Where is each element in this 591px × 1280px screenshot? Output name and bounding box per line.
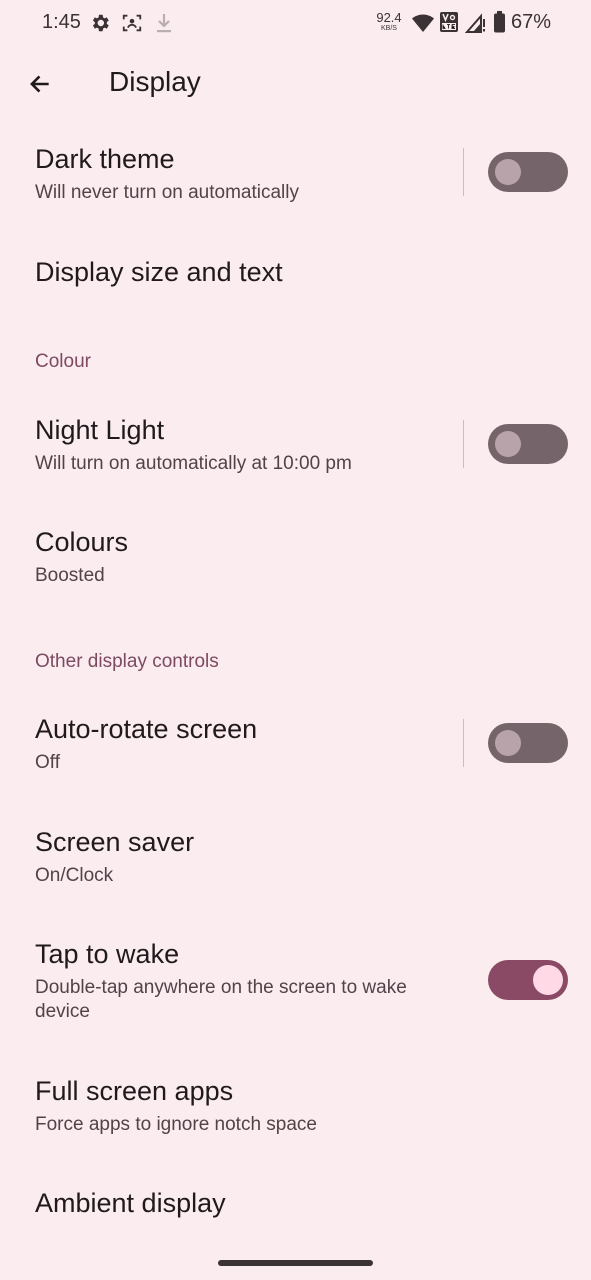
pref-title: Tap to wake <box>35 939 180 969</box>
network-speed-unit: KB/S <box>381 25 397 32</box>
divider <box>463 148 464 196</box>
dark-theme-switch[interactable] <box>488 152 568 192</box>
pref-title: Auto-rotate screen <box>35 714 258 744</box>
pref-tap-to-wake[interactable]: Tap to wake Double-tap anywhere on the s… <box>0 914 591 1050</box>
pref-colours[interactable]: Colours Boosted <box>0 502 591 614</box>
battery-icon <box>493 11 506 38</box>
download-icon <box>154 12 174 39</box>
face-scan-icon <box>121 12 143 39</box>
pref-title: Colours <box>35 527 129 557</box>
pref-summary: Boosted <box>35 565 105 586</box>
network-speed: 92.4 KB/S <box>372 11 406 32</box>
switch-thumb <box>495 431 521 457</box>
gesture-nav-handle[interactable] <box>218 1260 373 1266</box>
pref-auto-rotate[interactable]: Auto-rotate screen Off <box>0 690 591 802</box>
battery-percentage: 67% <box>511 11 552 33</box>
switch-thumb <box>533 965 563 995</box>
night-light-switch[interactable] <box>488 424 568 464</box>
pref-dark-theme[interactable]: Dark theme Will never turn on automatica… <box>0 120 591 230</box>
pref-display-size[interactable]: Display size and text <box>0 230 591 320</box>
signal-icon <box>464 13 487 38</box>
status-time: 1:45 <box>42 11 81 33</box>
arrow-back-icon <box>30 75 49 93</box>
pref-summary: Off <box>35 752 60 773</box>
pref-night-light[interactable]: Night Light Will turn on automatically a… <box>0 390 591 502</box>
back-button[interactable] <box>14 58 66 110</box>
pref-full-screen-apps[interactable]: Full screen apps Force apps to ignore no… <box>0 1050 591 1162</box>
divider <box>463 420 464 468</box>
pref-title: Night Light <box>35 415 165 445</box>
status-bar: 1:45 92.4 KB/S 67% <box>0 0 591 46</box>
pref-summary: Will never turn on automatically <box>35 182 299 203</box>
volte-icon <box>439 11 459 38</box>
pref-summary: Double-tap anywhere on the screen to wak… <box>35 977 407 1022</box>
category-other-display-controls: Other display controls <box>35 651 219 672</box>
pref-title: Dark theme <box>35 144 175 174</box>
tap-to-wake-switch[interactable] <box>488 960 568 1000</box>
app-bar: Display <box>0 46 591 120</box>
pref-ambient-display[interactable]: Ambient display <box>0 1162 591 1242</box>
switch-thumb <box>495 159 521 185</box>
auto-rotate-switch[interactable] <box>488 723 568 763</box>
switch-thumb <box>495 730 521 756</box>
category-colour: Colour <box>35 351 91 372</box>
wifi-icon <box>411 13 435 38</box>
page-title: Display <box>109 66 201 97</box>
pref-title: Screen saver <box>35 827 195 857</box>
divider <box>463 719 464 767</box>
pref-title: Ambient display <box>35 1188 226 1218</box>
network-speed-value: 92.4 <box>376 10 402 25</box>
pref-summary: Will turn on automatically at 10:00 pm <box>35 453 352 474</box>
pref-summary: Force apps to ignore notch space <box>35 1114 318 1135</box>
pref-title: Display size and text <box>35 257 283 287</box>
pref-screen-saver[interactable]: Screen saver On/Clock <box>0 802 591 914</box>
pref-title: Full screen apps <box>35 1076 234 1106</box>
pref-summary: On/Clock <box>35 865 114 886</box>
gear-icon <box>89 12 111 39</box>
